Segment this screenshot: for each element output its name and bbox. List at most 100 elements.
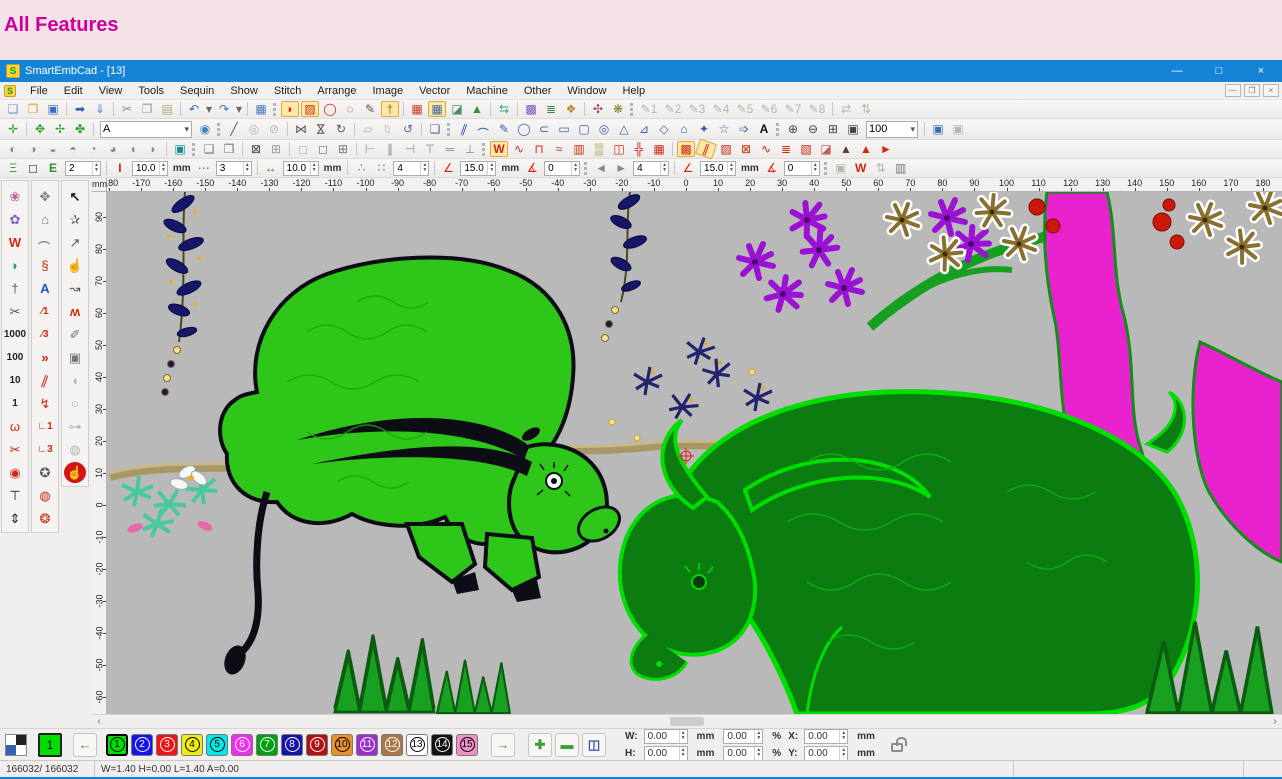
spinner-arrows-icon[interactable]: ▲▼ [727,162,735,175]
grid-icon[interactable]: ▦ [408,101,426,117]
menu-machine[interactable]: Machine [458,84,516,98]
current-color-swatch[interactable]: 1 [38,733,62,757]
letter-color-icon[interactable]: ◉ [196,121,214,137]
crop-reset-icon[interactable]: ❒ [220,141,238,157]
dropdown-arrow-icon[interactable]: ▾ [906,124,915,135]
axis-field-0[interactable]: 0.00▲▼ [804,729,848,744]
ellipse-icon[interactable]: ◯ [515,121,533,137]
color-swatch-15[interactable]: 15 [456,734,478,756]
zoom-out-icon[interactable]: ⊖ [804,121,822,137]
color-swatch-6[interactable]: 6 [231,734,253,756]
preset-100-button[interactable]: 100 [4,347,26,368]
percent-field-0[interactable]: 0.00▲▼ [723,729,763,744]
pencil-5-icon[interactable]: ✎5 [734,101,756,117]
close-button[interactable]: × [1240,60,1282,82]
mirror-h-icon[interactable]: ⋈ [292,121,310,137]
diamond-icon[interactable]: ◇ [655,121,673,137]
pencil-3-icon[interactable]: ✎3 [686,101,708,117]
spinner-arrows-icon[interactable]: ▲▼ [679,747,687,760]
color-swatch-3[interactable]: 3 [156,734,178,756]
angle-length-field-value[interactable]: 15.0 [461,162,487,175]
menu-window[interactable]: Window [559,84,614,98]
kern-icon[interactable]: ⇄ [837,101,855,117]
tatami-tool-icon[interactable]: ▨ [301,101,319,117]
toolbar-grip[interactable] [192,143,195,156]
size-field-0-value[interactable]: 0.00 [645,730,679,743]
aspect-lock-icon[interactable] [891,743,903,752]
needle-tool-icon[interactable]: † [381,101,399,117]
monogram-icon[interactable]: ⇅ [857,101,875,117]
meter-icon[interactable]: ▥ [892,160,910,176]
run-count-field-value[interactable]: 3 [217,162,243,175]
minimize-button[interactable]: — [1156,60,1198,82]
flag-fwd-icon[interactable]: ► [612,160,630,176]
measure-icon[interactable]: ✐ [64,324,86,345]
freeform-icon[interactable]: ✎ [495,121,513,137]
spin-down-icon[interactable]: ▼ [94,168,99,173]
satin-width-field[interactable]: 10.0▲▼ [132,161,168,176]
stretch-icon[interactable]: ⇕ [4,508,26,529]
spin-down-icon[interactable]: ▼ [662,168,667,173]
seed-stitch-icon[interactable]: ▒ [590,141,608,157]
color-settings-icon[interactable]: ❖ [562,101,580,117]
weave-stitch-icon[interactable]: ▦ [650,141,668,157]
polyline-1-icon[interactable]: ∟1 [34,416,56,437]
pan-hand-icon[interactable]: ☝ [64,255,86,276]
thread-chart-icon[interactable] [5,734,27,756]
spinner-arrows-icon[interactable]: ▲▼ [754,747,762,760]
zigzag-stitch-icon[interactable]: ∿ [510,141,528,157]
spinner-arrows-icon[interactable]: ▲▼ [754,730,762,743]
zigzag-fill-icon[interactable]: ∿ [757,141,775,157]
percent-field-1-value[interactable]: 0.00 [724,747,754,760]
skew-v-icon[interactable]: ▱ [380,120,396,138]
flower-cluster-icon[interactable]: ❀ [4,186,26,207]
toolbar-grip[interactable] [776,123,779,136]
color-swatch-10[interactable]: 10 [331,734,353,756]
text-icon[interactable]: A [755,121,773,137]
undo-dropdown-icon[interactable]: ▾ [205,101,213,117]
rounded-rect-icon[interactable]: ▢ [575,121,593,137]
axis-field-1[interactable]: 0.00▲▼ [804,746,848,761]
spin-down-icon[interactable]: ▼ [573,168,578,173]
menu-other[interactable]: Other [516,84,560,98]
align-left-icon[interactable]: ⊢ [361,141,379,157]
stop-hand-icon[interactable]: ☝ [64,462,86,483]
spin-down-icon[interactable]: ▼ [841,736,846,741]
size-field-1-value[interactable]: 0.00 [645,747,679,760]
e-stitch-icon[interactable]: ⊓ [530,141,548,157]
spinner-arrows-icon[interactable]: ▲▼ [243,162,251,175]
wave-stitch-icon[interactable]: ≈ [550,141,568,157]
wave-run-icon[interactable]: ω [4,416,26,437]
scatter-dense-icon[interactable]: ∷ [372,160,390,176]
spin-down-icon[interactable]: ▼ [813,168,818,173]
sequin-bag-icon[interactable]: ◗ [4,255,26,276]
size-field-0[interactable]: 0.00▲▼ [644,729,688,744]
cross-stitch-icon[interactable]: ╬ [630,141,648,157]
spinner-arrows-icon[interactable]: ▲▼ [811,162,819,175]
spinner-arrows-icon[interactable]: ▲▼ [839,747,847,760]
connector-icon[interactable]: ⊶ [64,416,86,437]
open-icon[interactable]: ❒ [24,101,42,117]
menu-file[interactable]: File [22,84,56,98]
rotate45-icon[interactable]: ↻ [332,121,350,137]
zoom-in-icon[interactable]: ⊕ [784,121,802,137]
flag-back-icon[interactable]: ◄ [592,160,610,176]
align-bottom-icon[interactable]: ⊥ [461,141,479,157]
spin-down-icon[interactable]: ▼ [161,168,166,173]
zoom-region-icon[interactable]: ⊞ [824,121,842,137]
align-top-icon[interactable]: ⊤ [421,141,439,157]
group-select-icon[interactable]: ⊞ [334,141,352,157]
zigzag-arrow-icon[interactable]: ↯ [34,393,56,414]
mirror-v-icon[interactable]: ⋈ [313,120,329,138]
align-middle-icon[interactable]: ═ [441,141,459,157]
scrollbar-thumb[interactable] [670,717,704,726]
color-swatch-11[interactable]: 11 [356,734,378,756]
satin-tool-icon[interactable]: ◗ [281,101,299,117]
intersect-icon[interactable]: ◒ [44,141,62,157]
angle2-a-icon[interactable]: ∡ [763,160,781,176]
scroll-right-icon[interactable]: › [1268,715,1282,728]
angle2-length-field[interactable]: 15.0▲▼ [700,161,736,176]
motif-run-tool-icon[interactable]: » [34,347,56,368]
satin-width-icon[interactable]: I [111,160,129,176]
spin-down-icon[interactable]: ▼ [841,753,846,758]
